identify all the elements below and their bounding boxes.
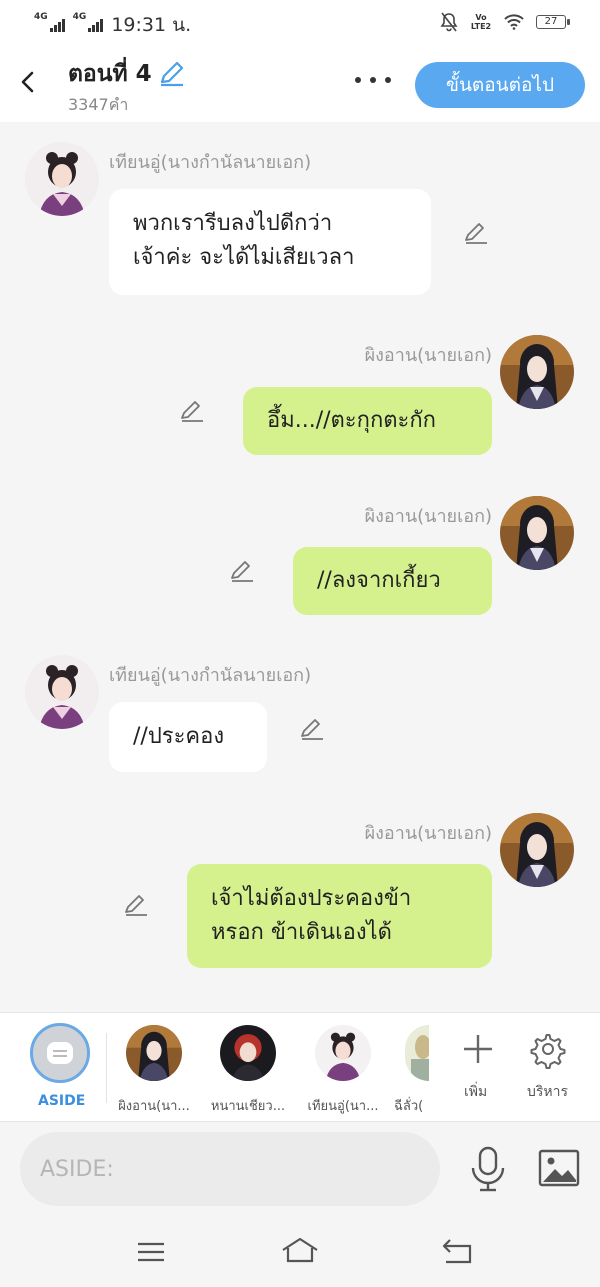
message-input[interactable] bbox=[20, 1132, 440, 1206]
image-icon[interactable] bbox=[538, 1149, 580, 1187]
header: ตอนที่ 4 3347คำ ขั้นตอนต่อไป bbox=[0, 46, 600, 122]
volte-indicator: Vo LTE2 bbox=[470, 13, 492, 31]
wifi-icon bbox=[504, 14, 524, 30]
message-bubble[interactable]: เจ้าไม่ต้องประคองข้า หรอก ข้าเดินเองได้ bbox=[187, 864, 492, 968]
avatar-pingan[interactable] bbox=[500, 813, 574, 887]
character-avatar-qiluo[interactable] bbox=[405, 1025, 429, 1081]
page-title: ตอนที่ 4 bbox=[68, 61, 152, 87]
system-nav-bar bbox=[0, 1218, 600, 1287]
cellular-signal-icon-2: 4G bbox=[73, 12, 104, 32]
recent-apps-icon[interactable] bbox=[136, 1240, 166, 1264]
message-bubble[interactable]: //ลงจากเกี้ยว bbox=[293, 547, 492, 615]
avatar-tianwu[interactable] bbox=[25, 142, 99, 216]
character-label: ผิงอาน(นา... bbox=[118, 1099, 190, 1114]
more-options-icon[interactable] bbox=[355, 70, 391, 90]
next-step-button[interactable]: ขั้นตอนต่อไป bbox=[415, 62, 585, 108]
add-icon[interactable] bbox=[456, 1029, 500, 1069]
cellular-signal-icon: 4G bbox=[34, 12, 65, 32]
add-label: เพิ่ม bbox=[464, 1084, 488, 1100]
input-bar bbox=[0, 1122, 600, 1218]
character-label: หนานเชียว... bbox=[210, 1099, 286, 1114]
home-icon[interactable] bbox=[280, 1236, 320, 1264]
message-bubble[interactable]: อึ้ม...//ตะกุกตะกัก bbox=[243, 387, 492, 455]
notifications-off-icon bbox=[440, 12, 458, 32]
status-bar: 4G 4G 19:31 น. Vo LTE2 27 bbox=[0, 0, 600, 46]
edit-message-icon[interactable] bbox=[123, 892, 149, 918]
avatar-tianwu[interactable] bbox=[25, 655, 99, 729]
edit-message-icon[interactable] bbox=[463, 220, 489, 246]
edit-title-icon[interactable] bbox=[158, 60, 186, 88]
sender-name: ผิงอาน(นายเอก) bbox=[364, 823, 492, 844]
sender-name: เทียนอู่(นางกำนัลนายเอก) bbox=[109, 665, 312, 686]
aside-label: ASIDE bbox=[38, 1093, 86, 1109]
chat-area: เทียนอู่(นางกำนัลนายเอก) พวกเรารีบลงไปดี… bbox=[0, 122, 600, 1012]
manage-label: บริหาร bbox=[527, 1084, 569, 1100]
character-label: เทียนอู่(นา... bbox=[307, 1099, 379, 1114]
back-icon[interactable] bbox=[440, 1236, 474, 1266]
avatar-pingan[interactable] bbox=[500, 335, 574, 409]
avatar-pingan[interactable] bbox=[500, 496, 574, 570]
message-bubble[interactable]: พวกเรารีบลงไปดีกว่า เจ้าค่ะ จะได้ไม่เสีย… bbox=[109, 189, 431, 295]
microphone-icon[interactable] bbox=[468, 1146, 508, 1192]
title-row: ตอนที่ 4 bbox=[68, 56, 186, 92]
back-arrow-icon[interactable] bbox=[14, 66, 42, 98]
gear-icon[interactable] bbox=[526, 1029, 570, 1069]
sender-name: ผิงอาน(นายเอก) bbox=[364, 506, 492, 527]
divider bbox=[106, 1033, 107, 1103]
aside-button[interactable] bbox=[30, 1023, 90, 1083]
clock: 19:31 น. bbox=[111, 14, 192, 36]
character-avatar-pingan[interactable] bbox=[126, 1025, 182, 1081]
sender-name: เทียนอู่(นางกำนัลนายเอก) bbox=[109, 152, 312, 173]
character-selector: ASIDE ผิงอาน(นา... หนานเชียว... เทียนอู่… bbox=[0, 1012, 600, 1122]
sender-name: ผิงอาน(นายเอก) bbox=[364, 345, 492, 366]
character-avatar-tianwu[interactable] bbox=[315, 1025, 371, 1081]
battery-icon: 27 bbox=[536, 15, 570, 29]
word-count: 3347คำ bbox=[68, 95, 129, 114]
character-label: ฉีลั่ว( bbox=[394, 1099, 424, 1114]
edit-message-icon[interactable] bbox=[299, 716, 325, 742]
message-bubble[interactable]: //ประคอง bbox=[109, 702, 267, 772]
edit-message-icon[interactable] bbox=[179, 398, 205, 424]
chat-bubble-icon bbox=[47, 1042, 73, 1064]
character-avatar-nanxiao[interactable] bbox=[220, 1025, 276, 1081]
edit-message-icon[interactable] bbox=[229, 558, 255, 584]
